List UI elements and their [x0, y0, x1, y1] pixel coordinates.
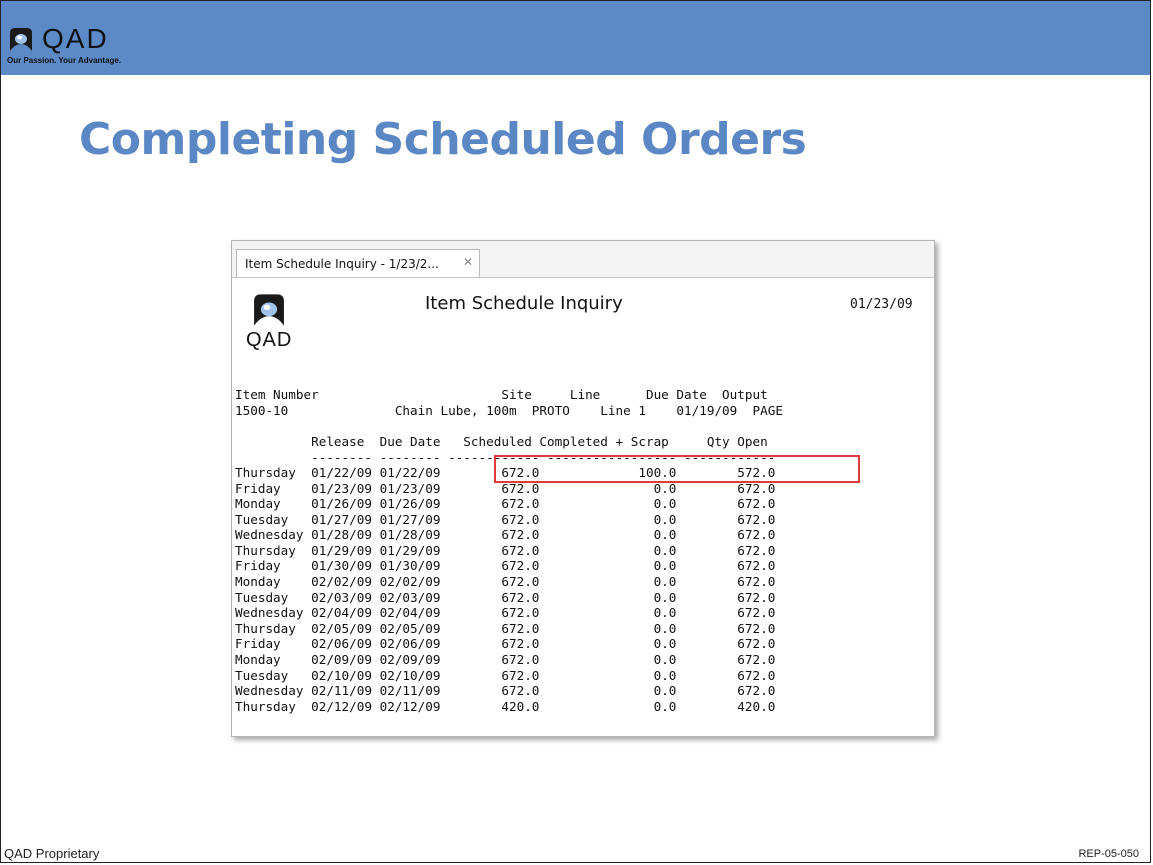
table-row: Monday 01/26/09 01/26/09 672.0 0.0 672.0 [235, 496, 776, 511]
table-row: Friday 01/23/09 01/23/09 672.0 0.0 672.0 [235, 481, 776, 496]
report-date: 01/23/09 [850, 297, 913, 312]
table-row: Tuesday 02/03/09 02/03/09 672.0 0.0 672.… [235, 590, 776, 605]
tab-strip: Item Schedule Inquiry - 1/23/2... ✕ [232, 241, 934, 278]
table-row: Wednesday 02/04/09 02/04/09 672.0 0.0 67… [235, 605, 776, 620]
table-row: Friday 01/30/09 01/30/09 672.0 0.0 672.0 [235, 558, 776, 573]
table-row: Thursday 02/12/09 02/12/09 420.0 0.0 420… [235, 699, 776, 714]
header-banner: QAD Our Passion. Your Advantage. [1, 1, 1150, 75]
table-row: Wednesday 01/28/09 01/28/09 672.0 0.0 67… [235, 527, 776, 542]
report-logo-wordmark: QAD [246, 329, 293, 351]
table-row: Wednesday 02/11/09 02/11/09 672.0 0.0 67… [235, 683, 776, 698]
tab-item-schedule-inquiry[interactable]: Item Schedule Inquiry - 1/23/2... ✕ [236, 249, 480, 277]
header-values: 1500-10 Chain Lube, 100m PROTO Line 1 01… [235, 403, 783, 418]
report-logo: QAD [246, 293, 296, 353]
table-row: Friday 02/06/09 02/06/09 672.0 0.0 672.0 [235, 636, 776, 651]
qad-logo-icon [10, 28, 32, 51]
logo-wordmark: QAD [42, 23, 109, 54]
table-row: Tuesday 02/10/09 02/10/09 672.0 0.0 672.… [235, 668, 776, 683]
table-row: Monday 02/02/09 02/02/09 672.0 0.0 672.0 [235, 574, 776, 589]
close-icon[interactable]: ✕ [463, 255, 473, 269]
logo-tagline: Our Passion. Your Advantage. [7, 56, 122, 65]
report-window: Item Schedule Inquiry - 1/23/2... ✕ QAD … [231, 240, 935, 737]
table-row: Tuesday 01/27/09 01/27/09 672.0 0.0 672.… [235, 512, 776, 527]
header-labels: Item Number Site Line Due Date Output [235, 387, 768, 402]
slide-title: Completing Scheduled Orders [79, 114, 807, 165]
table-row: Thursday 01/29/09 01/29/09 672.0 0.0 672… [235, 543, 776, 558]
footer-proprietary: QAD Proprietary [4, 846, 100, 861]
report-logo-icon [254, 294, 284, 326]
report-title: Item Schedule Inquiry [425, 293, 623, 314]
qad-logo: QAD Our Passion. Your Advantage. [7, 23, 177, 71]
footer-slide-code: REP-05-050 [1078, 848, 1139, 860]
table-row: Thursday 02/05/09 02/05/09 672.0 0.0 672… [235, 621, 776, 636]
column-headers: Release Due Date Scheduled Completed + S… [235, 434, 768, 449]
highlight-box [494, 455, 860, 483]
table-row: Monday 02/09/09 02/09/09 672.0 0.0 672.0 [235, 652, 776, 667]
tab-label: Item Schedule Inquiry - 1/23/2... [245, 257, 439, 271]
